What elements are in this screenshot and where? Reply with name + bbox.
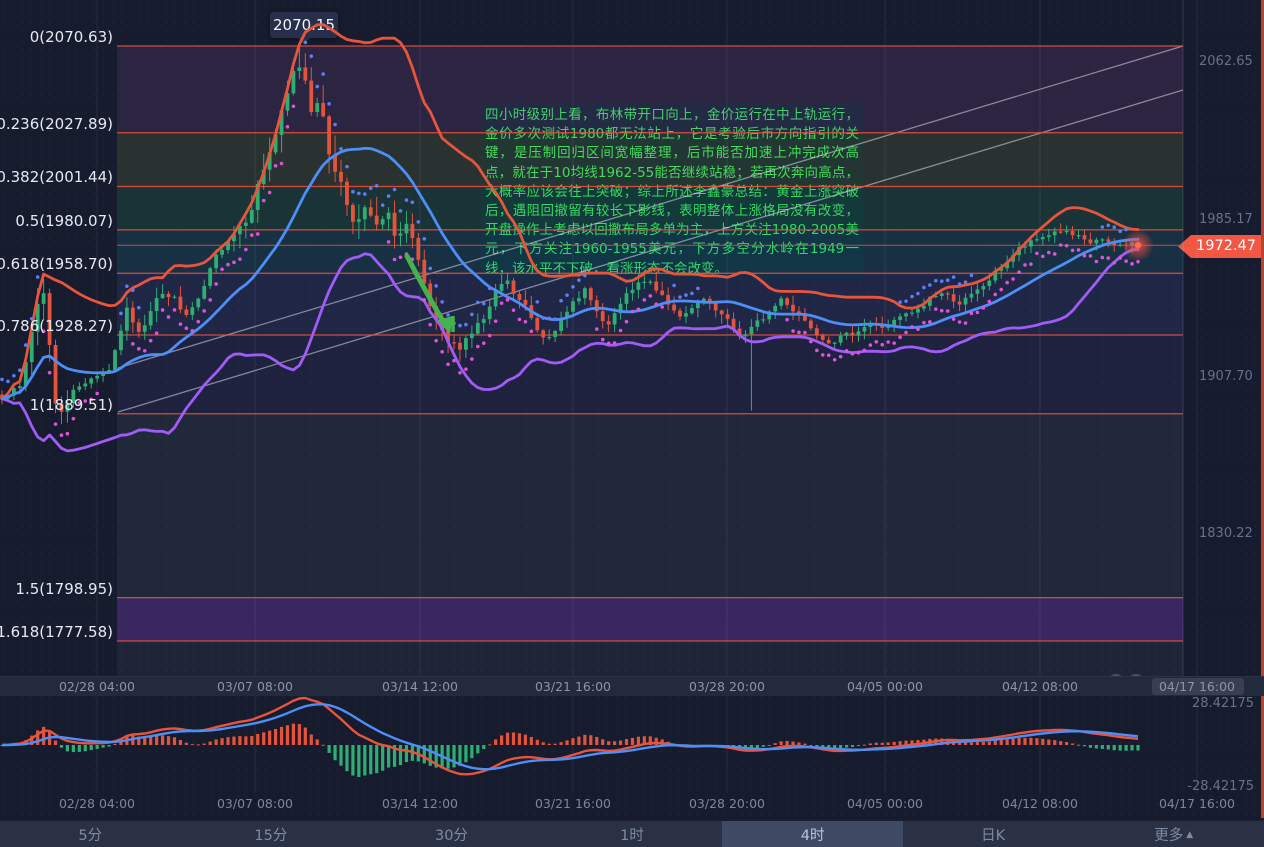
last-price-glow [1122,229,1154,261]
x-axis-label: 03/07 08:00 [217,679,293,694]
x-axis-label: 03/14 12:00 [382,679,458,694]
chevron-up-icon: ▲ [1186,830,1193,840]
x-axis-label: 03/21 16:00 [535,679,611,694]
tab-more[interactable]: 更多▲ [1083,821,1264,847]
trading-chart-window: 0(2070.63)0.236(2027.89)0.382(2001.44)0.… [0,0,1264,847]
tab-5min[interactable]: 5分 [0,821,181,847]
tab-1h[interactable]: 1时 [542,821,723,847]
chart-canvas[interactable] [0,0,1264,847]
macd-axis-max: 28.42175 [1192,696,1254,711]
x-axis-label: 03/28 20:00 [689,679,765,694]
macd-indicator [0,698,1139,777]
tab-4h[interactable]: 4时 [722,821,903,847]
macd-axis-min: -28.42175 [1187,779,1254,794]
timeframe-toolbar: 5分15分30分1时4时日K更多▲ [0,820,1264,847]
tab-15min[interactable]: 15分 [181,821,362,847]
more-label: 更多 [1154,824,1183,845]
x-axis-label: 04/12 08:00 [1002,679,1078,694]
x-axis-label: 02/28 04:00 [59,679,135,694]
time-axis[interactable]: 02/28 04:00 03/07 08:00 03/14 12:00 03/21 1… [0,676,1264,696]
tab-daily[interactable]: 日K [903,821,1084,847]
x-axis-label: 04/05 00:00 [847,679,923,694]
tab-30min[interactable]: 30分 [361,821,542,847]
x-axis-label: 04/17 16:00 [1159,679,1235,694]
